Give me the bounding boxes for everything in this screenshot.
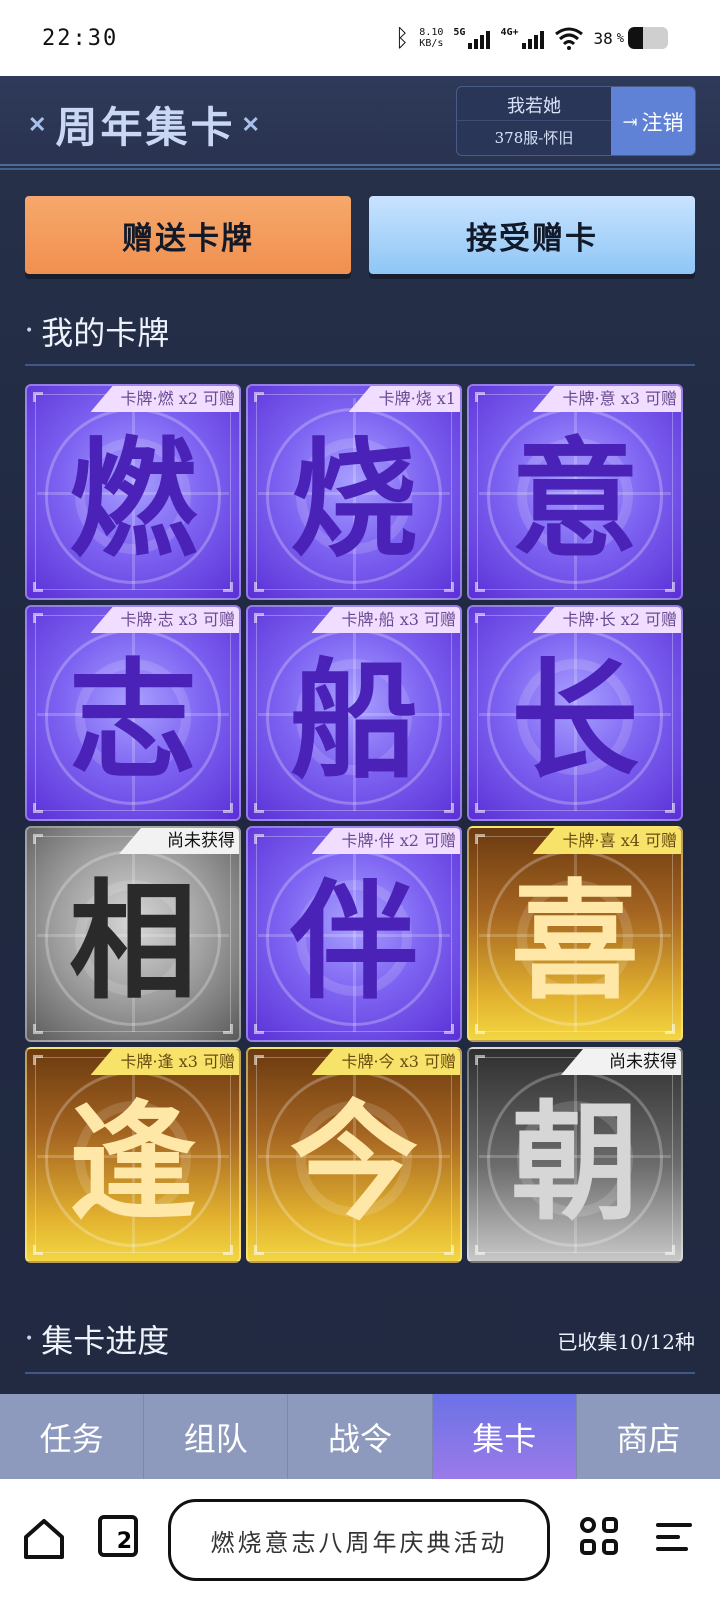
card-item[interactable]: 长 卡牌·长 x2 可赠 [467,605,683,821]
user-box: 我若她 378服-怀旧 ⇥ 注销 [456,86,696,156]
card-item[interactable]: 意 卡牌·意 x3 可赠 [467,384,683,600]
tab-item[interactable]: 任务 [0,1394,145,1479]
signal-4g-icon: 4G+ [500,27,544,49]
card-character: 燃 [68,425,197,575]
progress-heading: • 集卡进度 已收集10/12种 [25,1316,695,1374]
logout-button[interactable]: ⇥ 注销 [611,87,695,155]
my-cards-heading: • 我的卡牌 [25,308,695,366]
card-item[interactable]: 相 尚未获得 [25,826,241,1042]
card-tag: 尚未获得 [119,828,239,854]
user-server: 378服-怀旧 [494,129,574,147]
card-character: 今 [289,1088,418,1238]
card-character: 喜 [510,867,639,1017]
card-item[interactable]: 志 卡牌·志 x3 可赠 [25,605,241,821]
signal-5g-icon: 5G [453,27,491,49]
card-tag: 卡牌·伴 x2 可赠 [311,828,460,854]
card-item[interactable]: 逢 卡牌·逢 x3 可赠 [25,1047,241,1263]
card-tag: 卡牌·逢 x3 可赠 [90,1049,239,1075]
card-character: 长 [510,646,639,796]
card-item[interactable]: 伴 卡牌·伴 x2 可赠 [246,826,462,1042]
apps-grid-icon[interactable] [580,1517,620,1557]
user-info: 我若她 378服-怀旧 [457,87,611,155]
corner-ornament [33,392,43,402]
corner-ornament [254,834,264,844]
card-tag: 卡牌·今 x3 可赠 [311,1049,460,1075]
tab-item[interactable]: 集卡 [432,1394,577,1479]
title-ornament-right: ✕ [241,111,263,138]
card-item[interactable]: 燃 卡牌·燃 x2 可赠 [25,384,241,600]
browser-toolbar: 2 燃烧意志八周年庆典活动 [0,1479,720,1600]
bottom-tabs: 任务 组队 战令 集卡 商店 [0,1394,720,1479]
address-bar[interactable]: 燃烧意志八周年庆典活动 [168,1499,550,1581]
title-ornament-left: ✕ [28,111,50,138]
card-character: 朝 [510,1088,639,1238]
card-character: 船 [289,646,418,796]
card-character: 烧 [289,425,418,575]
card-tag: 卡牌·意 x3 可赠 [532,386,681,412]
bluetooth-icon: ᛒ [394,24,410,52]
card-character: 相 [68,867,197,1017]
card-tag: 卡牌·烧 x1 [348,386,460,412]
corner-ornament [475,834,485,844]
home-icon[interactable] [22,1517,66,1561]
card-tag: 卡牌·喜 x4 可赠 [532,828,681,854]
card-tag: 尚未获得 [561,1049,681,1075]
tab-item[interactable]: 战令 [288,1394,433,1479]
card-character: 意 [510,425,639,575]
card-item[interactable]: 船 卡牌·船 x3 可赠 [246,605,462,821]
card-character: 志 [68,646,197,796]
card-tag: 卡牌·长 x2 可赠 [532,607,681,633]
header: ✕ 周年集卡 ✕ 我若她 378服-怀旧 ⇥ 注销 [0,76,720,170]
corner-ornament [33,1055,43,1065]
user-name: 我若她 [457,93,611,121]
card-character: 逢 [68,1088,197,1238]
card-tag: 卡牌·船 x3 可赠 [311,607,460,633]
card-tag: 卡牌·志 x3 可赠 [90,607,239,633]
browser-tabs-icon[interactable]: 2 [98,1515,138,1557]
card-item[interactable]: 朝 尚未获得 [467,1047,683,1263]
gift-cards-button[interactable]: 赠送卡牌 [25,196,351,274]
corner-ornament [254,392,264,402]
corner-ornament [475,1055,485,1065]
card-character: 伴 [289,867,418,1017]
corner-ornament [254,1055,264,1065]
card-item[interactable]: 今 卡牌·今 x3 可赠 [246,1047,462,1263]
corner-ornament [475,613,485,623]
status-bar: 22:30 ᛒ 8.10 KB/s 5G 4G+ 38% [0,0,720,76]
wifi-icon [554,27,583,50]
logout-icon: ⇥ [622,111,638,133]
progress-count: 已收集10/12种 [557,1330,695,1354]
net-speed: 8.10 KB/s [419,27,444,49]
status-time: 22:30 [42,25,119,51]
card-item[interactable]: 喜 卡牌·喜 x4 可赠 [467,826,683,1042]
corner-ornament [254,613,264,623]
tab-item[interactable]: 商店 [577,1394,720,1479]
corner-ornament [33,613,43,623]
card-tag: 卡牌·燃 x2 可赠 [90,386,239,412]
accept-cards-button[interactable]: 接受赠卡 [369,196,695,274]
card-item[interactable]: 烧 卡牌·烧 x1 [246,384,462,600]
battery-indicator: 38% [594,27,668,49]
tab-item[interactable]: 组队 [144,1394,289,1479]
corner-ornament [33,834,43,844]
app-container: ✕ 周年集卡 ✕ 我若她 378服-怀旧 ⇥ 注销 赠送卡牌 接受赠卡 • 我的… [0,76,720,1479]
page-title: ✕ 周年集卡 ✕ [28,103,263,152]
corner-ornament [475,392,485,402]
menu-icon[interactable] [656,1521,692,1553]
status-icons: ᛒ 8.10 KB/s 5G 4G+ 38% [395,24,668,52]
battery-icon [628,27,668,49]
